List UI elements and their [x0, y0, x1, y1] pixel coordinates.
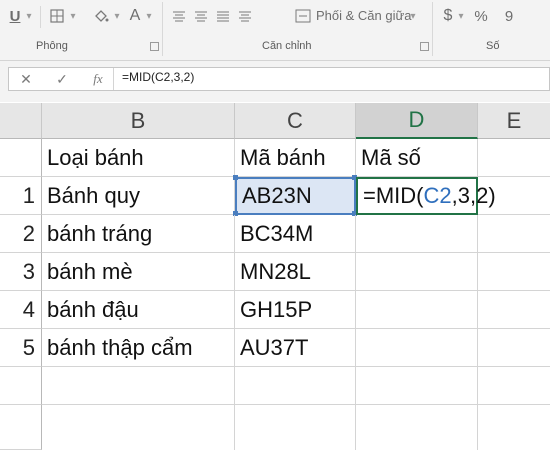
row-header-3[interactable]: 3: [0, 253, 42, 291]
cell-b5[interactable]: bánh thập cẩm: [42, 329, 235, 367]
formula-input[interactable]: =MID(C2,3,2): [122, 70, 194, 84]
cell-c5[interactable]: AU37T: [235, 329, 356, 367]
row-header-5[interactable]: 5: [0, 329, 42, 367]
cell-e5[interactable]: [478, 329, 550, 367]
editing-formula-prefix: =MID(: [363, 183, 424, 208]
cell-e1[interactable]: [478, 177, 550, 215]
column-header-b[interactable]: B: [42, 103, 235, 139]
ribbon-divider: [162, 2, 163, 56]
borders-icon[interactable]: [46, 4, 68, 28]
cell-d5[interactable]: [356, 329, 478, 367]
column-header-d[interactable]: D: [356, 103, 478, 139]
worksheet-grid: B C D E 1 2 3 4 5 Loại bánh Mã bánh Mã s…: [0, 103, 550, 450]
align-top-icon[interactable]: [168, 4, 190, 28]
chevron-down-icon[interactable]: ▾: [144, 4, 154, 28]
cell-b4[interactable]: bánh đậu: [42, 291, 235, 329]
group-label-alignment: Căn chỉnh: [262, 40, 312, 52]
align-middle-icon[interactable]: [190, 4, 212, 28]
cell-e-header[interactable]: [478, 139, 550, 177]
cell-c-header[interactable]: Mã bánh: [235, 139, 356, 177]
ribbon-divider: [432, 2, 433, 56]
cell-empty[interactable]: [235, 367, 356, 405]
alignment-dialog-launcher-icon[interactable]: [420, 42, 429, 51]
cell-d3[interactable]: [356, 253, 478, 291]
merge-center-icon[interactable]: [292, 4, 314, 28]
underline-icon[interactable]: U: [6, 4, 24, 28]
enter-icon[interactable]: ✓: [52, 69, 72, 89]
chevron-down-icon[interactable]: ▾: [408, 4, 418, 28]
row-header[interactable]: [0, 405, 42, 450]
row-header[interactable]: [0, 367, 42, 405]
ref-handle[interactable]: [233, 175, 238, 180]
column-header-c[interactable]: C: [235, 103, 356, 139]
chevron-down-icon[interactable]: ▾: [24, 4, 34, 28]
font-color-icon[interactable]: A: [126, 4, 144, 28]
cell-e4[interactable]: [478, 291, 550, 329]
cell-d-header[interactable]: Mã số: [356, 139, 478, 177]
cell-c1-referenced[interactable]: AB23N: [235, 177, 356, 215]
ribbon: U ▾ ▾ ▾ A ▾ Phông Phối & Căn giữa ▾ Căn …: [0, 0, 550, 61]
wrap-text-icon[interactable]: [234, 4, 256, 28]
cell-empty[interactable]: [235, 405, 356, 450]
select-all-corner[interactable]: [0, 103, 42, 139]
comma-style-icon[interactable]: 9: [500, 4, 518, 28]
cell-d1-editing[interactable]: =MID(C2,3,2): [356, 177, 496, 215]
column-header-e[interactable]: E: [478, 103, 550, 139]
cell-b-header[interactable]: Loại bánh: [42, 139, 235, 177]
row-header[interactable]: [0, 139, 42, 177]
cell-c2[interactable]: BC34M: [235, 215, 356, 253]
cell-empty[interactable]: [478, 367, 550, 405]
cell-d2[interactable]: [356, 215, 478, 253]
cell-b1[interactable]: Bánh quy: [42, 177, 235, 215]
cancel-icon[interactable]: ✕: [16, 69, 36, 89]
formula-bar-divider: [113, 68, 114, 90]
chevron-down-icon[interactable]: ▾: [112, 4, 122, 28]
ribbon-divider: [40, 6, 41, 28]
chevron-down-icon[interactable]: ▾: [68, 4, 78, 28]
group-label-font: Phông: [36, 40, 68, 52]
chevron-down-icon[interactable]: ▾: [456, 4, 466, 28]
row-header-1[interactable]: 1: [0, 177, 42, 215]
cell-b2[interactable]: bánh tráng: [42, 215, 235, 253]
fill-color-icon[interactable]: [90, 4, 112, 28]
row-header-4[interactable]: 4: [0, 291, 42, 329]
percent-icon[interactable]: %: [472, 4, 490, 28]
cell-empty[interactable]: [478, 405, 550, 450]
cell-empty[interactable]: [42, 367, 235, 405]
cell-e2[interactable]: [478, 215, 550, 253]
row-header-2[interactable]: 2: [0, 215, 42, 253]
editing-formula-ref: C2: [423, 183, 452, 208]
cell-c3[interactable]: MN28L: [235, 253, 356, 291]
cell-b3[interactable]: bánh mè: [42, 253, 235, 291]
cell-empty[interactable]: [42, 405, 235, 450]
cell-c4[interactable]: GH15P: [235, 291, 356, 329]
group-label-number: Số: [486, 40, 500, 52]
fx-icon[interactable]: fx: [88, 69, 108, 89]
align-bottom-icon[interactable]: [212, 4, 234, 28]
cell-empty[interactable]: [356, 405, 478, 450]
currency-icon[interactable]: $: [440, 4, 456, 28]
font-dialog-launcher-icon[interactable]: [150, 42, 159, 51]
merge-center-button[interactable]: Phối & Căn giữa: [316, 8, 411, 23]
cell-d4[interactable]: [356, 291, 478, 329]
cell-e3[interactable]: [478, 253, 550, 291]
cell-empty[interactable]: [356, 367, 478, 405]
